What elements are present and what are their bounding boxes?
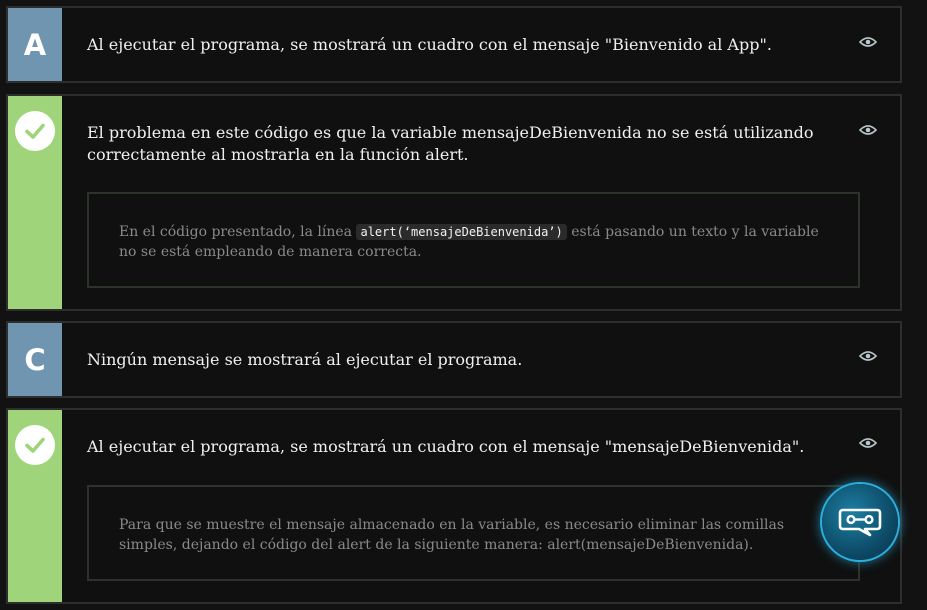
option-card-b[interactable]: El problema en este código es que la var… [6, 94, 902, 311]
option-letter-badge: C [8, 323, 62, 396]
option-text: El problema en este código es que la var… [87, 123, 814, 164]
explanation-text: En el código presentado, la línea [119, 224, 357, 240]
eye-icon[interactable] [859, 437, 877, 449]
chat-bot-icon [838, 508, 882, 537]
check-icon [15, 425, 55, 465]
inline-code: alert(‘mensajeDeBienvenida’) [356, 224, 567, 240]
check-icon [15, 111, 55, 151]
option-letter-badge: A [8, 8, 62, 81]
explanation-box: Para que se muestre el mensaje almacenad… [87, 485, 860, 581]
correct-badge [8, 410, 62, 602]
explanation-box: En el código presentado, la línea alert(… [87, 192, 860, 288]
correct-badge [8, 96, 62, 309]
option-card-c[interactable]: C Ningún mensaje se mostrará al ejecutar… [6, 321, 902, 398]
eye-icon[interactable] [859, 350, 877, 362]
eye-icon[interactable] [859, 36, 877, 48]
chat-bot-button[interactable] [822, 484, 898, 560]
eye-icon[interactable] [859, 124, 877, 136]
option-card-d[interactable]: Al ejecutar el programa, se mostrará un … [6, 408, 902, 604]
option-text: Al ejecutar el programa, se mostrará un … [87, 437, 805, 456]
option-text: Al ejecutar el programa, se mostrará un … [87, 35, 772, 54]
option-card-a[interactable]: A Al ejecutar el programa, se mostrará u… [6, 6, 902, 83]
option-text: Ningún mensaje se mostrará al ejecutar e… [87, 350, 523, 369]
